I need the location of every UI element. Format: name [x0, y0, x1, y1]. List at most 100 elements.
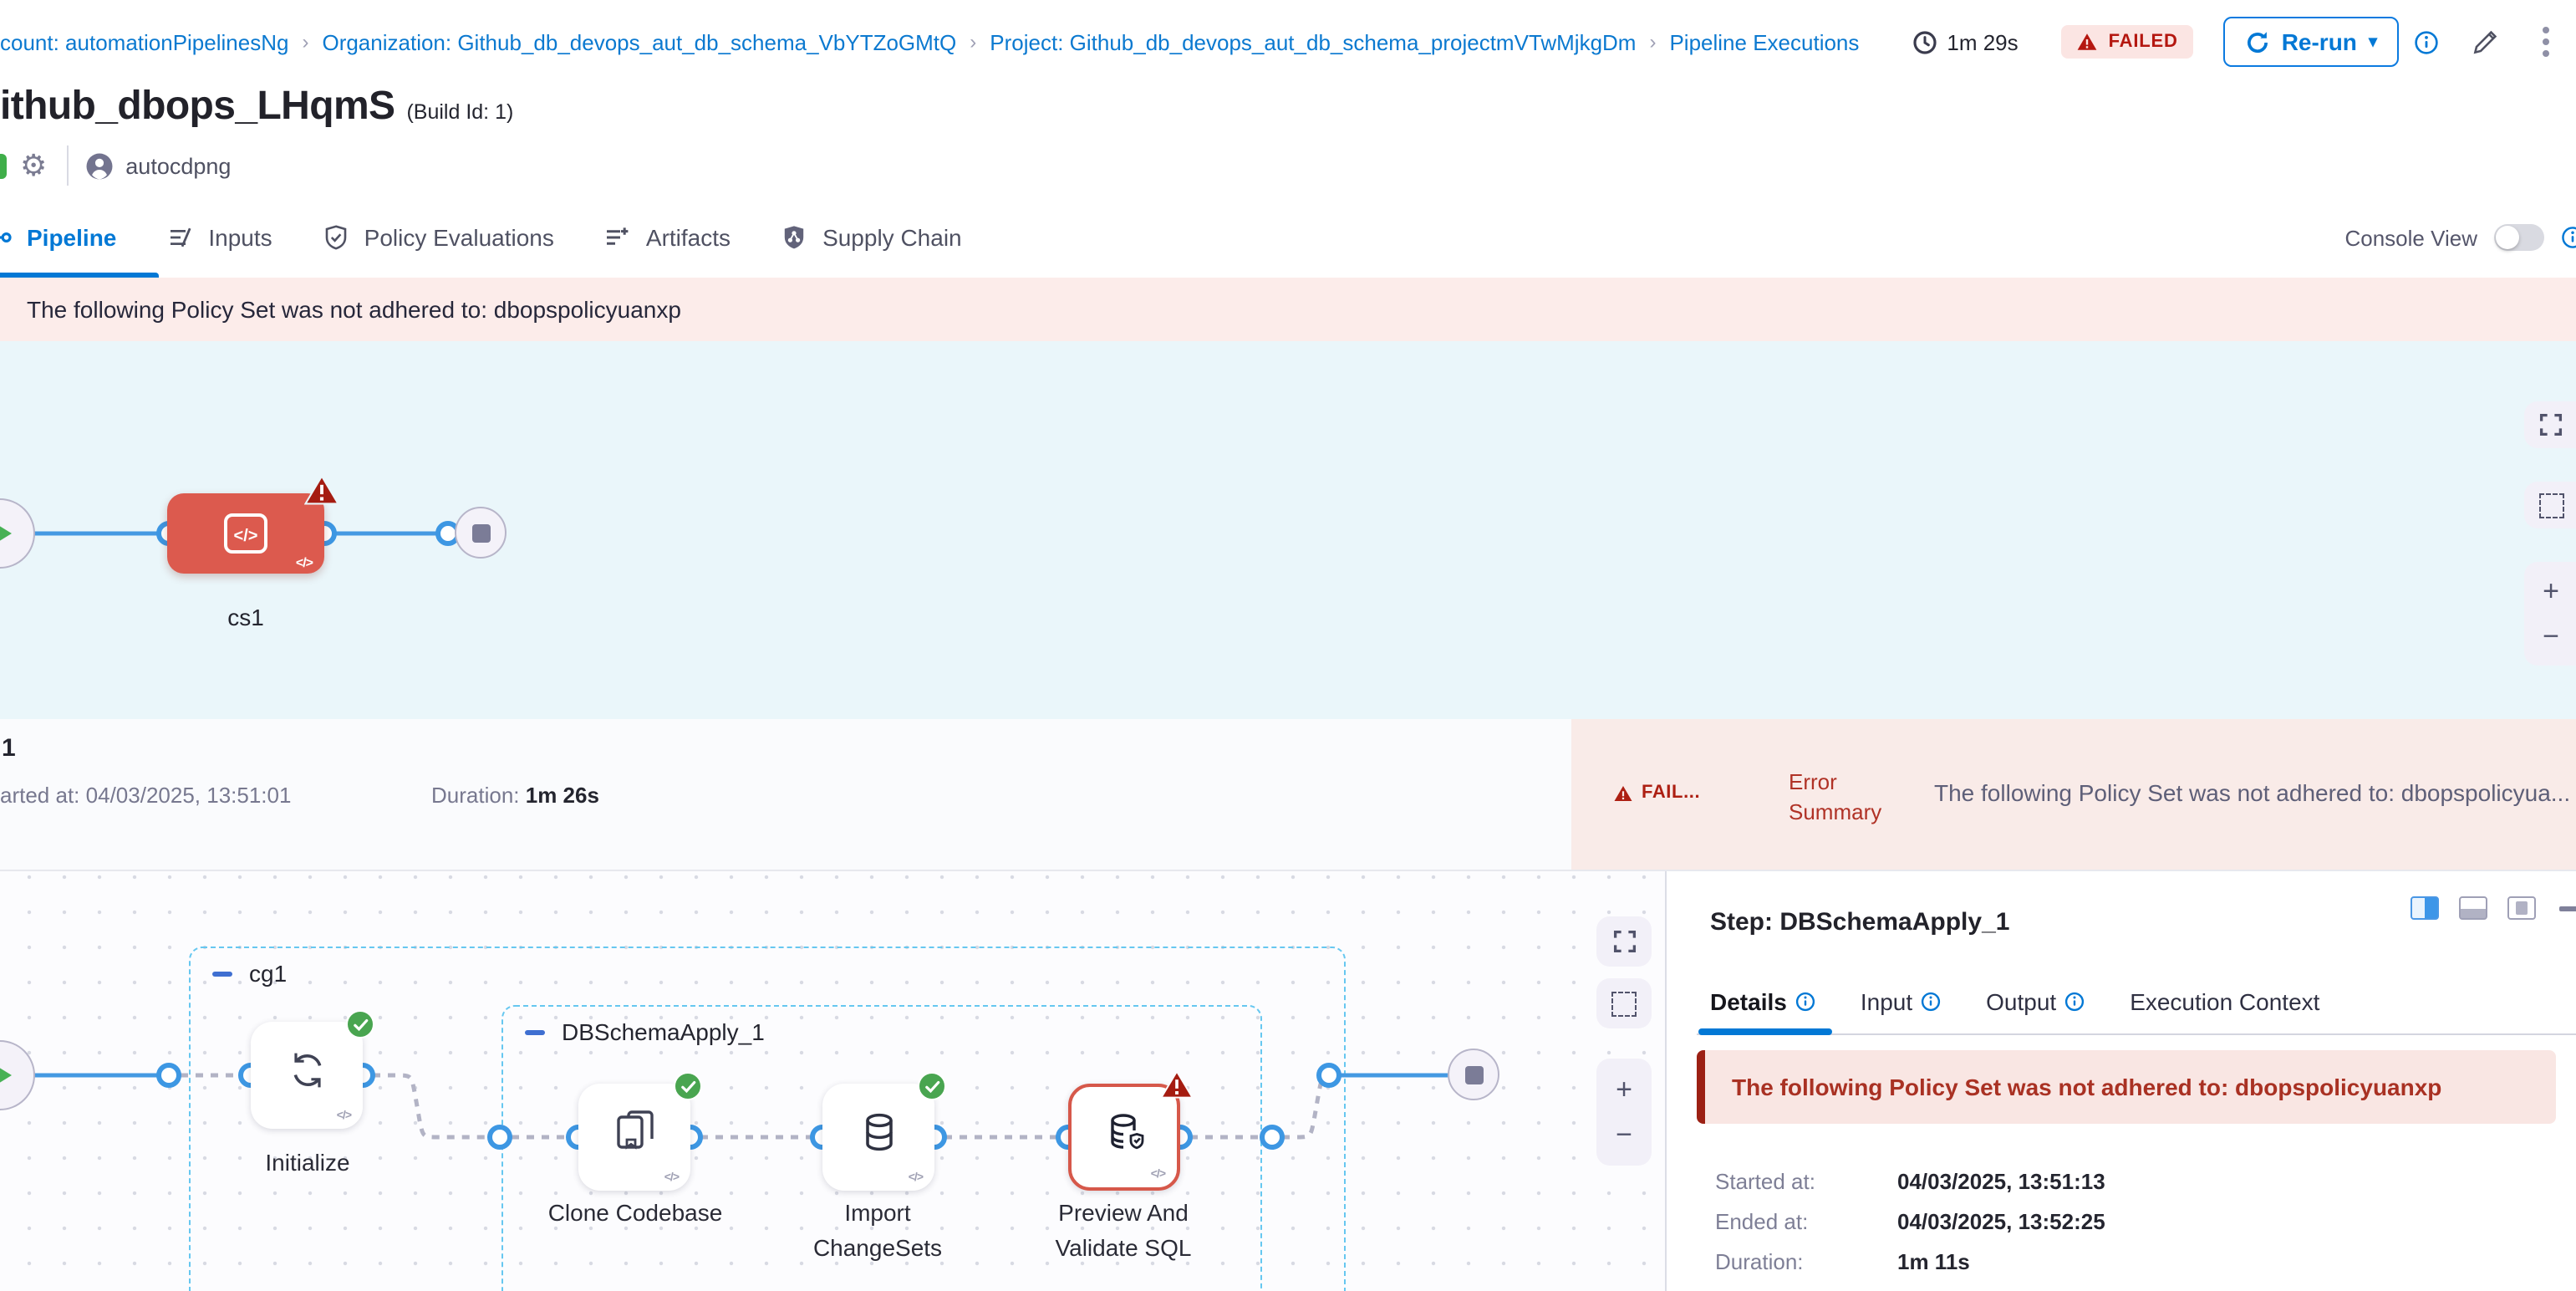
tab-artifacts[interactable]: Artifacts: [604, 224, 731, 251]
stage-started-at: arted at: 04/03/2025, 13:51:01: [0, 783, 291, 808]
stage-error-block: FAIL... Error Summary The following Poli…: [1571, 719, 2576, 870]
step-node-clone-codebase[interactable]: </>: [578, 1084, 690, 1191]
step-error-text: The following Policy Set was not adhered…: [1705, 1074, 2441, 1100]
sync-icon: [282, 1046, 332, 1096]
success-check-badge: [346, 1010, 374, 1038]
gear-icon[interactable]: ⚙: [20, 151, 47, 181]
tab-artifacts-label: Artifacts: [646, 224, 731, 251]
tab-inputs[interactable]: Inputs: [166, 224, 272, 251]
collapse-group-icon[interactable]: [525, 1029, 545, 1034]
step-node-import-changesets[interactable]: </>: [822, 1084, 934, 1191]
marquee-select-button[interactable]: [2524, 482, 2576, 528]
info-button[interactable]: [2414, 29, 2439, 54]
top-bar: count: automationPipelinesNg › Organizat…: [0, 0, 2576, 84]
tab-supply-chain-label: Supply Chain: [822, 224, 962, 251]
pencil-icon: [2472, 28, 2499, 55]
breadcrumb-organization[interactable]: Organization: Github_db_devops_aut_db_sc…: [322, 29, 956, 54]
custom-stage-icon: </>: [217, 508, 274, 559]
step-node-initialize[interactable]: </>: [251, 1022, 363, 1129]
info-icon: [2414, 29, 2439, 54]
collapse-group-icon[interactable]: [212, 971, 232, 976]
clock-icon: [1912, 29, 1937, 54]
top-bar-actions: 1m 29s FAILED Re-run ▾: [1912, 17, 2576, 67]
database-check-icon: [1099, 1108, 1149, 1158]
layout-floating-button[interactable]: [2507, 896, 2536, 920]
group-cg1-name: cg1: [249, 960, 287, 987]
step-detail-rows: Started at: 04/03/2025, 13:51:13 Ended a…: [1715, 1169, 2105, 1289]
execution-detail-section: cg1 DBSchemaApply_1 </> Initialize: [0, 870, 2576, 1291]
layout-bottom-split-button[interactable]: [2459, 896, 2487, 920]
marquee-icon: [2539, 492, 2564, 518]
step-node-preview-validate-sql[interactable]: </>: [1068, 1084, 1180, 1191]
code-glyph: </>: [909, 1172, 923, 1184]
tab-input[interactable]: Input: [1861, 988, 1941, 1015]
tab-pipeline[interactable]: Pipeline: [0, 224, 116, 251]
stage-title: 1: [2, 734, 16, 763]
pipeline-icon: [0, 224, 12, 251]
group-dbschemaapply-name: DBSchemaApply_1: [562, 1018, 765, 1045]
tab-policy-evaluations-label: Policy Evaluations: [364, 224, 554, 251]
zoom-out-button[interactable]: −: [2539, 622, 2563, 651]
breadcrumb-separator: ›: [302, 30, 308, 54]
step-graph-canvas[interactable]: cg1 DBSchemaApply_1 </> Initialize: [0, 871, 1665, 1291]
divider: [67, 145, 69, 186]
step-panel-title: Step: DBSchemaApply_1: [1710, 908, 2009, 936]
tab-policy-evaluations[interactable]: Policy Evaluations: [323, 224, 554, 251]
layout-right-split-button[interactable]: [2411, 896, 2439, 920]
success-check-badge: [674, 1072, 702, 1100]
rerun-button-label: Re-run: [2282, 28, 2357, 55]
group-label-cg1: cg1: [212, 960, 287, 987]
zoom-in-button[interactable]: +: [1616, 1075, 1632, 1104]
warning-triangle-icon: [1613, 783, 1633, 802]
elapsed-time: 1m 29s: [1912, 29, 2018, 54]
info-icon: [2561, 226, 2576, 249]
marquee-icon: [1611, 991, 1637, 1016]
console-view-toggle[interactable]: [2494, 224, 2544, 251]
rerun-button[interactable]: Re-run ▾: [2223, 17, 2399, 67]
stage-fail-badge: FAIL...: [1613, 783, 1700, 803]
step-label-import-changesets: Import ChangeSets: [786, 1196, 970, 1266]
username-label: autocdpng: [125, 153, 231, 178]
stage-summary-bar: 1 arted at: 04/03/2025, 13:51:01 Duratio…: [0, 719, 2576, 870]
minimize-panel-button[interactable]: [2559, 906, 2576, 911]
elapsed-time-value: 1m 29s: [1947, 29, 2018, 54]
group-label-dbschemaapply: DBSchemaApply_1: [525, 1018, 765, 1045]
breadcrumb-separator: ›: [970, 30, 976, 54]
stop-icon: [1464, 1065, 1483, 1084]
code-glyph: </>: [664, 1172, 679, 1184]
triggered-by-user: autocdpng: [85, 151, 231, 180]
stage-node-cs1[interactable]: </> </>: [167, 493, 324, 574]
tab-supply-chain[interactable]: Supply Chain: [781, 224, 962, 251]
fullscreen-icon: [2539, 413, 2563, 436]
end-node: [1448, 1049, 1499, 1100]
breadcrumb-project[interactable]: Project: Github_db_devops_aut_db_schema_…: [990, 29, 1636, 54]
zoom-out-button[interactable]: −: [1616, 1120, 1632, 1149]
stage-graph-canvas[interactable]: </> </> cs1 + −: [0, 341, 2576, 719]
detail-row-ended: Ended at: 04/03/2025, 13:52:25: [1715, 1209, 2105, 1236]
success-check-badge: [918, 1072, 946, 1100]
shield-check-icon: [323, 224, 349, 251]
play-icon: [0, 520, 12, 547]
breadcrumb-account[interactable]: count: automationPipelinesNg: [0, 29, 288, 54]
marquee-select-button[interactable]: [1596, 978, 1652, 1028]
more-options-menu[interactable]: [2539, 23, 2553, 60]
avatar-icon: [85, 151, 114, 180]
fullscreen-button[interactable]: [1596, 916, 1652, 967]
edit-pipeline-button[interactable]: [2472, 28, 2499, 55]
tab-execution-context[interactable]: Execution Context: [2130, 988, 2319, 1015]
breadcrumb-pipeline-executions[interactable]: Pipeline Executions: [1669, 29, 1859, 54]
warning-triangle-icon: [2077, 32, 2099, 52]
list-plus-icon: [604, 224, 631, 251]
policy-violation-banner-text: The following Policy Set was not adhered…: [27, 296, 681, 323]
chevron-down-icon: ▾: [2369, 33, 2377, 51]
stop-icon: [471, 523, 490, 542]
stage-graph-edges: [0, 341, 2576, 719]
detail-value: 04/03/2025, 13:52:25: [1897, 1209, 2105, 1236]
refresh-icon: [2245, 29, 2270, 54]
detail-label: Duration:: [1715, 1249, 1897, 1276]
code-glyph: </>: [337, 1110, 351, 1122]
zoom-in-button[interactable]: +: [2539, 577, 2563, 605]
fullscreen-button[interactable]: [2524, 401, 2576, 448]
tab-output[interactable]: Output: [1986, 988, 2085, 1015]
tab-details[interactable]: Details: [1710, 988, 1815, 1015]
